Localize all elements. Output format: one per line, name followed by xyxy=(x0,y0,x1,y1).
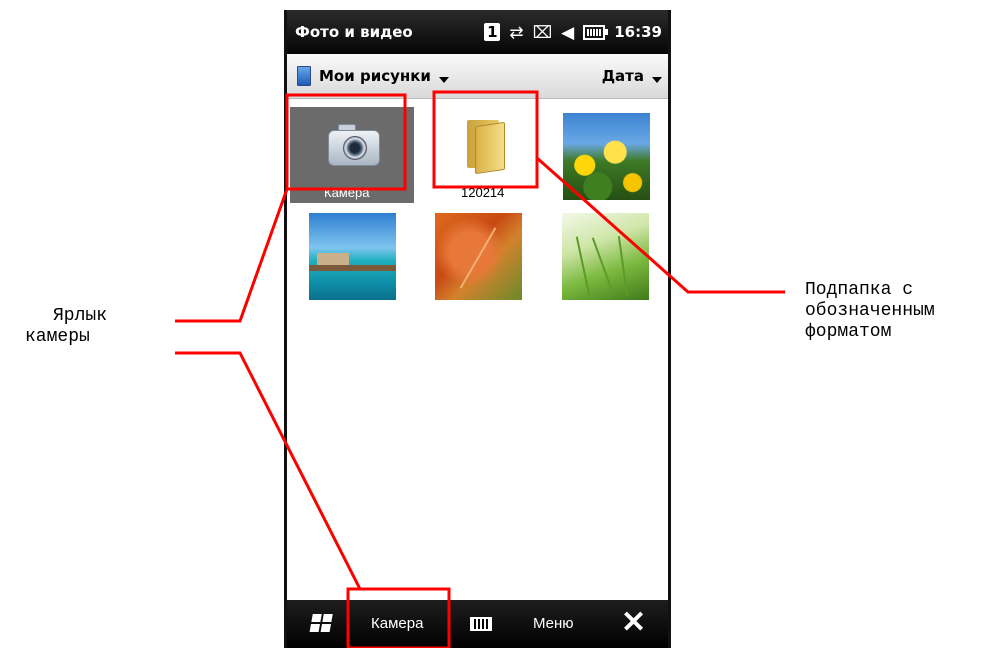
camera-softkey-highlight xyxy=(346,587,451,648)
subfolder-annotation: Подпапка с обозначенным форматом xyxy=(805,280,935,343)
annotation-line: Подпапка с xyxy=(805,280,914,300)
subfolder-pointer xyxy=(536,156,785,294)
annotation-line: форматом xyxy=(805,322,892,342)
annotation-line: Ярлык xyxy=(53,306,108,326)
camera-shortcut-pointer xyxy=(175,188,289,323)
camera-softkey-pointer xyxy=(175,351,362,590)
annotation-line: камеры xyxy=(25,327,90,347)
subfolder-highlight xyxy=(432,90,539,189)
annotation-line: обозначенным xyxy=(805,301,935,321)
camera-shortcut-annotation: Ярлык камеры xyxy=(25,306,107,348)
camera-shortcut-highlight xyxy=(285,93,407,191)
